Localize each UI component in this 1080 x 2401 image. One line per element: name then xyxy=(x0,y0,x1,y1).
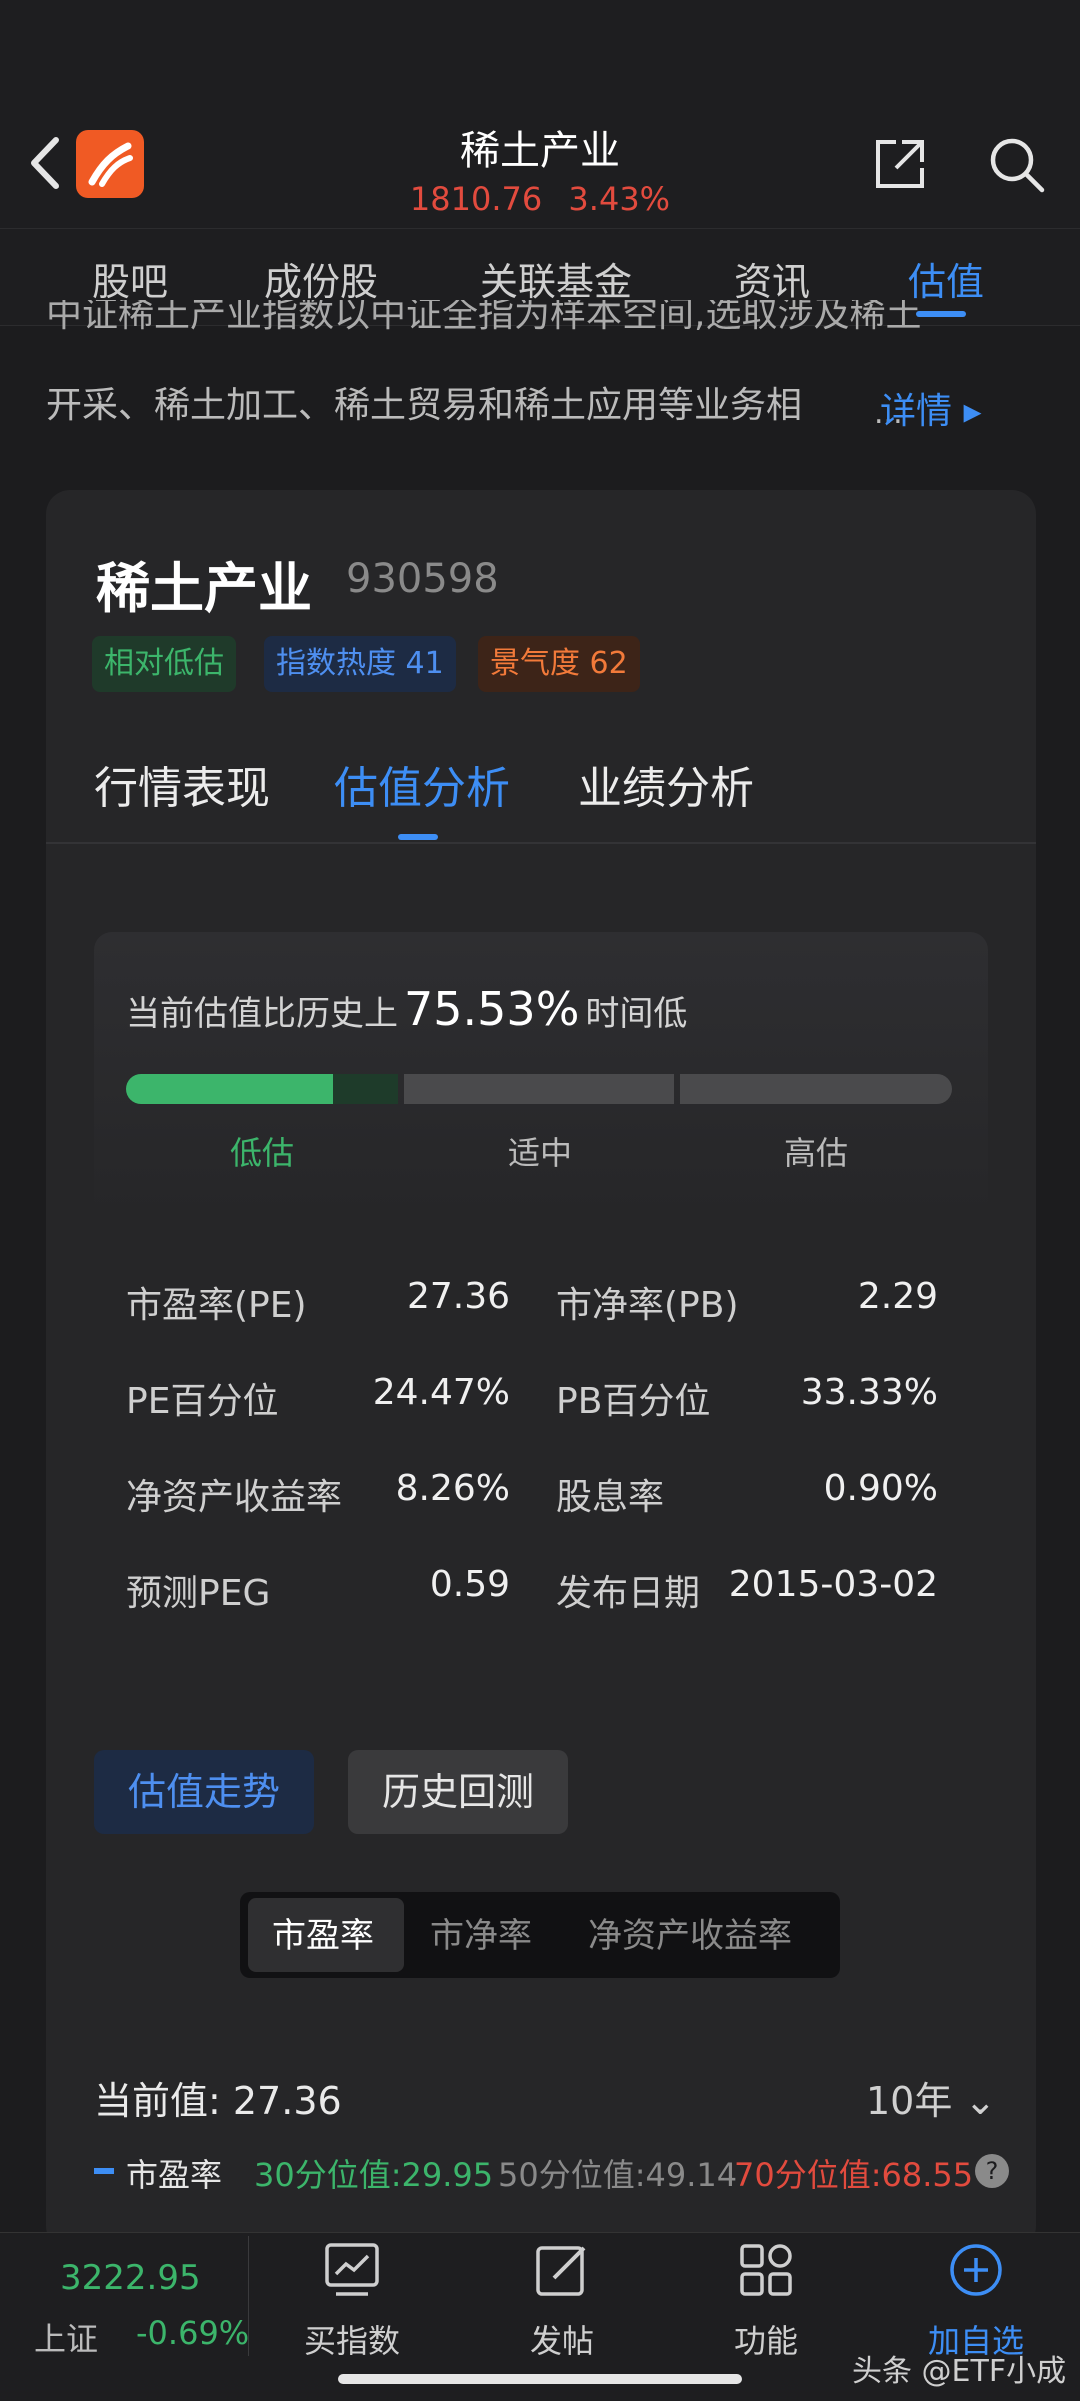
valuation-tag: 相对低估 xyxy=(92,636,236,692)
share-icon[interactable] xyxy=(870,134,930,194)
metric-value: 33.33% xyxy=(800,1372,938,1413)
valuation-bar-fill xyxy=(126,1074,333,1104)
plus-circle-icon[interactable] xyxy=(946,2240,1006,2300)
period-selector[interactable]: 10年 ⌄ xyxy=(866,2070,996,2125)
market-index-change: -0.69% xyxy=(136,2314,250,2352)
tab-related-funds[interactable]: 关联基金 xyxy=(480,251,632,306)
subtab-market-performance[interactable]: 行情表现 xyxy=(94,752,270,816)
history-backtest-button[interactable]: 历史回测 xyxy=(348,1750,569,1834)
segment-pb[interactable]: 市净率 xyxy=(430,1908,532,1957)
segment-roe[interactable]: 净资产收益率 xyxy=(588,1908,792,1957)
metric-value: 0.90% xyxy=(823,1468,938,1509)
chart-icon[interactable] xyxy=(322,2240,382,2300)
divider xyxy=(46,842,1036,844)
metric-value: 0.59 xyxy=(429,1564,510,1605)
metric-label: 股息率 xyxy=(556,1477,665,1518)
metric-label: 预测PEG xyxy=(126,1573,271,1614)
subtab-active-indicator xyxy=(398,834,438,840)
metric-label: 市净率(PB) xyxy=(556,1285,739,1326)
metric-label: PE百分位 xyxy=(126,1381,279,1422)
index-name: 稀土产业 xyxy=(96,557,312,620)
tab-valuation[interactable]: 估值 xyxy=(908,251,984,306)
tab-constituents[interactable]: 成份股 xyxy=(264,251,378,306)
zone-low-label: 低估 xyxy=(229,1134,294,1172)
valuation-percent: 75.53% xyxy=(404,982,580,1036)
valuation-summary-text: 当前估值比历史上 75.53% 时间低 xyxy=(126,982,687,1036)
watermark: 头条 @ETF小成 xyxy=(852,2354,1067,2389)
market-index-value[interactable]: 3222.95 xyxy=(60,2258,201,2298)
legend-p30: 30分位值:29.95 xyxy=(254,2156,494,2194)
subtab-valuation-analysis[interactable]: 估值分析 xyxy=(334,752,510,816)
details-link[interactable]: 详情 ▸ xyxy=(880,382,982,434)
help-icon[interactable]: ? xyxy=(975,2154,1009,2188)
valuation-trend-button[interactable]: 估值走势 xyxy=(94,1750,315,1834)
tab-news[interactable]: 资讯 xyxy=(734,251,810,306)
metric-value: 2.29 xyxy=(857,1276,938,1317)
metric-label: PB百分位 xyxy=(556,1381,711,1422)
nav-function-label[interactable]: 功能 xyxy=(696,2316,836,2362)
zone-high-label: 高估 xyxy=(783,1134,848,1172)
metric-label: 发布日期 xyxy=(556,1573,701,1614)
prosperity-tag: 景气度 62 xyxy=(478,636,640,692)
apps-icon[interactable] xyxy=(736,2240,796,2300)
legend-p70: 70分位值:68.55 xyxy=(734,2156,974,2194)
valuation-prefix: 当前估值比历史上 xyxy=(126,994,398,1034)
valuation-suffix: 时间低 xyxy=(585,994,688,1034)
home-indicator[interactable] xyxy=(338,2374,742,2384)
metric-value: 24.47% xyxy=(372,1372,510,1413)
legend-swatch xyxy=(94,2168,114,2174)
metric-value: 27.36 xyxy=(406,1276,510,1317)
index-change: 3.43% xyxy=(568,180,671,218)
valuation-bar-high xyxy=(680,1074,952,1104)
market-index-name: 上证 xyxy=(34,2320,99,2358)
intro-text-line2: 开采、稀土加工、稀土贸易和稀土应用等业务相 xyxy=(46,385,803,426)
nav-buy-index-label[interactable]: 买指数 xyxy=(282,2316,422,2362)
legend-series: 市盈率 xyxy=(126,2156,223,2194)
intro-text-line1: 中证稀土产业指数以中证全指为样本空间,选取涉及稀土 xyxy=(46,300,922,330)
metric-value: 8.26% xyxy=(395,1468,510,1509)
nav-post-label[interactable]: 发帖 xyxy=(492,2316,632,2362)
heat-tag: 指数热度 41 xyxy=(264,636,456,692)
segment-pe[interactable]: 市盈率 xyxy=(272,1908,374,1957)
edit-icon[interactable] xyxy=(532,2240,592,2300)
metric-value: 2015-03-02 xyxy=(728,1564,938,1605)
legend-p50: 50分位值:49.14 xyxy=(498,2156,738,2194)
index-price: 1810.76 xyxy=(409,180,543,218)
search-icon[interactable] xyxy=(986,134,1046,194)
zone-mid-label: 适中 xyxy=(507,1134,572,1172)
tab-guba[interactable]: 股吧 xyxy=(92,251,168,306)
index-code: 930598 xyxy=(346,556,499,602)
subtab-earnings-analysis[interactable]: 业绩分析 xyxy=(578,752,754,816)
valuation-bar-mid xyxy=(404,1074,674,1104)
nav-divider xyxy=(248,2236,249,2356)
current-value: 当前值: 27.36 xyxy=(94,2079,342,2123)
metric-label: 市盈率(PE) xyxy=(126,1285,307,1326)
